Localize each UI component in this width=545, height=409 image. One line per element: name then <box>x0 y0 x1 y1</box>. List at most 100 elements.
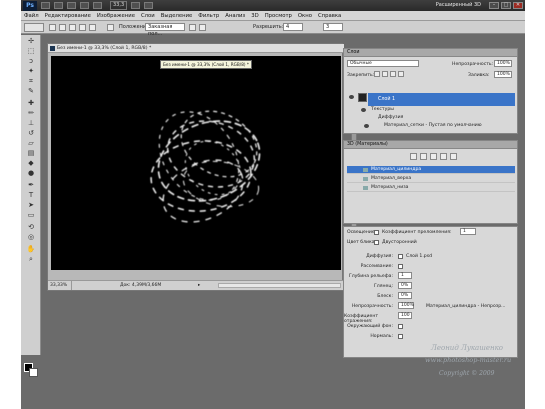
blend-mode-select[interactable]: Обычные <box>347 60 419 67</box>
pan-3d-icon[interactable] <box>69 24 76 31</box>
slide-3d-icon[interactable] <box>79 24 86 31</box>
scale-3d-icon[interactable] <box>89 24 96 31</box>
status-zoom[interactable]: 33,33% <box>50 281 72 290</box>
menu-view[interactable]: Просмотр <box>265 13 292 19</box>
fill-field[interactable]: 100% <box>494 71 512 78</box>
material-row[interactable]: Материал_верха <box>347 175 515 183</box>
zoom-level[interactable]: 33,3 <box>110 1 128 10</box>
eraser-tool-icon[interactable]: ▱ <box>24 139 38 148</box>
menu-3d[interactable]: 3D <box>251 13 258 19</box>
diffuse-sublayer[interactable]: Диффузия <box>378 115 403 120</box>
arrange-icon[interactable] <box>131 2 141 9</box>
allow-y-field[interactable]: 3 <box>323 23 343 31</box>
save-position-icon[interactable] <box>189 24 196 31</box>
clone-stamp-tool-icon[interactable]: ⊥ <box>24 119 38 128</box>
move-tool-icon[interactable]: ✢ <box>24 37 38 46</box>
brush-tool-icon[interactable]: ✏ <box>24 109 38 118</box>
menu-image[interactable]: Изображение <box>97 13 135 19</box>
dodge-tool-icon[interactable]: ● <box>24 169 38 178</box>
layer-row-selected[interactable]: Слой 1 <box>368 93 515 106</box>
extras-icon[interactable] <box>67 2 76 9</box>
lock-pixels-icon[interactable] <box>382 71 388 77</box>
filter-light-bulb-icon[interactable] <box>450 153 457 160</box>
material-row-selected[interactable]: Материал_цилиндра <box>347 166 515 174</box>
material-sublayer[interactable]: Материал_сетки - Пустая по умолчанию <box>384 123 482 128</box>
tool-preset-picker[interactable] <box>24 23 44 32</box>
opacity-field[interactable]: 100% <box>494 60 512 67</box>
zoom-tool-icon[interactable] <box>93 2 102 9</box>
menu-select[interactable]: Выделение <box>161 13 193 19</box>
horizontal-scrollbar[interactable] <box>218 283 341 288</box>
menu-file[interactable]: Файл <box>24 13 39 19</box>
hand-tool-icon[interactable]: ✋ <box>24 245 38 254</box>
opacity-prop-field[interactable]: 100% <box>398 302 414 309</box>
lasso-tool-icon[interactable]: ↄ <box>24 57 38 66</box>
rotate-3d-icon[interactable] <box>49 24 56 31</box>
textures-visibility-eye-icon[interactable] <box>361 108 366 112</box>
blur-tool-icon[interactable]: ◆ <box>24 159 38 168</box>
history-brush-tool-icon[interactable]: ↺ <box>24 129 38 138</box>
close-button[interactable]: ✕ <box>513 2 523 9</box>
document-tab[interactable]: Без имени-1 @ 33,3% (Слой 1, RGB/8) * <box>48 44 344 53</box>
filter-lights-icon[interactable] <box>440 153 447 160</box>
delete-position-icon[interactable] <box>199 24 206 31</box>
eyedropper-tool-icon[interactable]: ✎ <box>24 87 38 96</box>
background-color-swatch[interactable] <box>29 368 38 377</box>
bump-field[interactable]: 1 <box>398 272 412 279</box>
textures-sublayer[interactable]: Текстуры <box>371 107 394 112</box>
type-tool-icon[interactable]: T <box>24 191 38 200</box>
healing-brush-tool-icon[interactable]: ✚ <box>24 99 38 108</box>
normal-swatch[interactable] <box>398 334 403 339</box>
bridge-icon[interactable] <box>41 2 50 9</box>
material-visibility-eye-icon[interactable] <box>364 124 369 128</box>
path-selection-tool-icon[interactable]: ➤ <box>24 201 38 210</box>
magic-wand-tool-icon[interactable]: ✦ <box>24 67 38 76</box>
minibridge-icon[interactable] <box>54 2 63 9</box>
ambient-swatch[interactable] <box>398 324 403 329</box>
3d-orbit-tool-icon[interactable]: ◎ <box>24 233 38 242</box>
marquee-tool-icon[interactable]: ⬚ <box>24 47 38 56</box>
return-icon[interactable] <box>107 24 114 31</box>
material-row[interactable]: Материал_низа <box>347 184 515 192</box>
diffuse-map-name[interactable]: Слой 1.psd <box>406 254 432 259</box>
env-checkbox[interactable] <box>374 230 379 235</box>
crop-tool-icon[interactable]: ⌗ <box>24 77 38 86</box>
screen-mode-icon[interactable] <box>144 2 154 9</box>
filter-meshes-icon[interactable] <box>420 153 427 160</box>
allow-x-field[interactable]: 4 <box>283 23 303 31</box>
workspace-switcher[interactable]: Расширенный 3D <box>436 2 481 8</box>
coef-field[interactable]: 1 <box>460 228 476 235</box>
opacity-map-name[interactable]: Материал_цилиндра - Непрозр... <box>426 304 506 309</box>
scatter-swatch[interactable] <box>398 264 403 269</box>
status-menu-arrow[interactable]: ▸ <box>198 281 200 290</box>
zoom-tool-icon[interactable]: ⌕ <box>24 255 38 264</box>
roll-3d-icon[interactable] <box>59 24 66 31</box>
lock-transparency-icon[interactable] <box>374 71 380 77</box>
position-select[interactable]: Заказная пол... <box>145 23 185 37</box>
filter-scene-icon[interactable] <box>410 153 417 160</box>
lock-all-icon[interactable] <box>398 71 404 77</box>
menu-analysis[interactable]: Анализ <box>225 13 245 19</box>
filter-materials-icon[interactable] <box>430 153 437 160</box>
menu-layers[interactable]: Слои <box>141 13 155 19</box>
lock-position-icon[interactable] <box>390 71 396 77</box>
reflection-field[interactable]: 100 <box>398 312 412 319</box>
layer-visibility-eye-icon[interactable] <box>349 95 354 99</box>
shape-tool-icon[interactable]: ▭ <box>24 211 38 220</box>
hand-tool-icon[interactable] <box>80 2 89 9</box>
3d-rotate-tool-icon[interactable]: ⟲ <box>24 223 38 232</box>
gradient-tool-icon[interactable]: ▤ <box>24 149 38 158</box>
gloss-field[interactable]: 0% <box>398 282 412 289</box>
canvas[interactable] <box>51 56 341 270</box>
menu-filter[interactable]: Фильтр <box>198 13 219 19</box>
diffuse-swatch[interactable] <box>398 254 403 259</box>
layers-panel-tab[interactable]: Слои <box>344 49 517 57</box>
menu-window[interactable]: Окно <box>298 13 312 19</box>
pen-tool-icon[interactable]: ✒ <box>24 181 38 190</box>
two-sided-checkbox[interactable] <box>374 240 379 245</box>
maximize-button[interactable]: □ <box>501 2 511 9</box>
3d-panel-tab[interactable]: 3D (Материалы) <box>344 141 517 149</box>
minimize-button[interactable]: – <box>489 2 499 9</box>
shine-field[interactable]: 0% <box>398 292 412 299</box>
menu-help[interactable]: Справка <box>318 13 341 19</box>
